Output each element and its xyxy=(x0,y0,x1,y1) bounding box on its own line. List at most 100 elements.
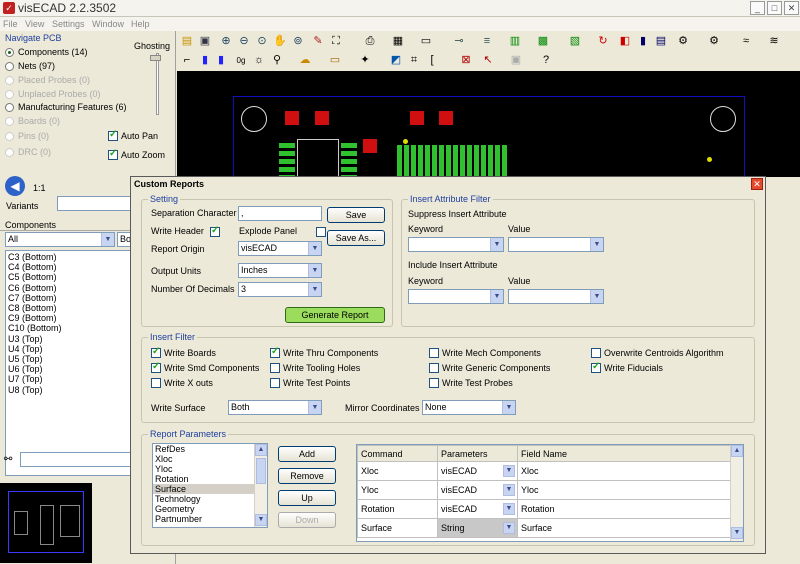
refresh-icon[interactable]: ↻ xyxy=(596,35,610,48)
print-icon[interactable]: ⎙ xyxy=(363,35,377,48)
scroll-up-icon[interactable]: ▲ xyxy=(255,444,267,456)
variants-input[interactable] xyxy=(57,196,133,211)
write-mech-components-checkbox[interactable]: Write Mech Components xyxy=(429,348,541,358)
binoculars-icon[interactable]: ⚯ xyxy=(4,454,12,465)
command-cell[interactable]: Surface xyxy=(357,518,438,538)
zero-g-icon[interactable]: 0g xyxy=(234,54,248,67)
column-header-parameters[interactable]: Parameters xyxy=(437,445,518,462)
open-folder-icon[interactable]: ▤ xyxy=(180,35,194,48)
field-name-cell[interactable]: Yloc xyxy=(517,480,731,500)
parameter-list-item[interactable]: RefDes xyxy=(153,444,255,454)
parameter-list-item[interactable]: Geometry xyxy=(153,504,255,514)
scroll-thumb[interactable] xyxy=(256,458,266,484)
up-button[interactable]: Up xyxy=(278,490,336,506)
cursor-icon[interactable]: ↖ xyxy=(481,54,495,67)
minimap[interactable] xyxy=(0,483,92,563)
parameter-list-scrollbar[interactable]: ▲ ▼ xyxy=(254,444,267,527)
separation-input[interactable]: , xyxy=(238,206,322,221)
remove-button[interactable]: Remove xyxy=(278,468,336,484)
x-box-icon[interactable]: ⊠ xyxy=(459,54,473,67)
maximize-button[interactable]: □ xyxy=(767,1,782,15)
parameter-select[interactable]: visECAD ▼ xyxy=(437,499,518,519)
parameters-table[interactable]: Command Parameters Field Name Xloc visECA… xyxy=(356,444,744,542)
menu-file[interactable]: File xyxy=(3,19,18,29)
decimals-select[interactable]: 3 ▼ xyxy=(238,282,322,297)
zoom-window-icon[interactable]: ⊙ xyxy=(255,35,269,48)
write-generic-components-checkbox[interactable]: Write Generic Components xyxy=(429,363,550,373)
close-button[interactable]: ✕ xyxy=(784,1,799,15)
ghosting-slider-thumb[interactable] xyxy=(150,55,161,61)
component-search-input[interactable] xyxy=(20,452,133,467)
write-tooling-holes-checkbox[interactable]: Write Tooling Holes xyxy=(270,363,360,373)
wave2-icon[interactable]: ≋ xyxy=(767,35,781,48)
output-units-select[interactable]: Inches ▼ xyxy=(238,263,322,278)
pan-hand-icon[interactable]: ✋ xyxy=(273,35,287,48)
write-fiducials-checkbox[interactable]: Write Fiducials xyxy=(591,361,663,373)
gear-icon[interactable]: ⚙ xyxy=(676,35,690,48)
component-filter-select[interactable]: All ▼ xyxy=(5,232,115,247)
write-x-outs-checkbox[interactable]: Write X outs xyxy=(151,378,213,388)
bars-icon[interactable]: ▮ xyxy=(636,35,650,48)
settings-icon[interactable]: ⚙ xyxy=(707,35,721,48)
toggle-bottom-icon[interactable]: ▮ xyxy=(214,54,228,67)
table-row[interactable]: Rotation visECAD ▼ Rotation xyxy=(357,499,731,519)
rect-icon[interactable]: ⌐ xyxy=(180,54,194,67)
nav-components[interactable]: Components (14) xyxy=(5,47,88,57)
zoom-out-icon[interactable]: ⊖ xyxy=(237,35,251,48)
include-value-select[interactable]: ▼ xyxy=(508,289,604,304)
table-row[interactable]: Yloc visECAD ▼ Yloc xyxy=(357,480,731,500)
include-keyword-select[interactable]: ▼ xyxy=(408,289,504,304)
scroll-down-icon[interactable]: ▼ xyxy=(255,514,267,526)
table-row[interactable]: Surface String ▼ Surface xyxy=(357,518,731,538)
nav-nets[interactable]: Nets (97) xyxy=(5,61,55,71)
layer-stack-icon[interactable]: ▤ xyxy=(654,35,668,48)
component-icon[interactable]: ▥ xyxy=(508,35,522,48)
bulb-icon[interactable]: ☼ xyxy=(252,54,266,67)
report-origin-select[interactable]: visECAD ▼ xyxy=(238,241,322,256)
parameter-select[interactable]: String ▼ xyxy=(437,518,518,538)
write-test-probes-checkbox[interactable]: Write Test Probes xyxy=(429,378,513,388)
parameter-list-item[interactable]: Surface xyxy=(153,484,255,494)
layers-icon[interactable]: ▦ xyxy=(391,35,405,48)
parameter-select[interactable]: visECAD ▼ xyxy=(437,480,518,500)
add-button[interactable]: Add xyxy=(278,446,336,462)
auto-pan-checkbox[interactable]: Auto Pan xyxy=(108,129,158,141)
command-cell[interactable]: Rotation xyxy=(357,499,438,519)
column-header-field-name[interactable]: Field Name xyxy=(517,445,731,462)
screen-icon[interactable]: ▭ xyxy=(419,35,433,48)
generate-report-button[interactable]: Generate Report xyxy=(285,307,385,323)
parameter-select[interactable]: visECAD ▼ xyxy=(437,461,518,481)
save-icon[interactable]: ▣ xyxy=(198,35,212,48)
pcb-canvas[interactable] xyxy=(177,71,800,186)
back-arrow-icon[interactable]: ◀ xyxy=(5,176,25,196)
write-thru-components-checkbox[interactable]: Write Thru Components xyxy=(270,346,378,358)
column-header-command[interactable]: Command xyxy=(357,445,438,462)
write-boards-checkbox[interactable]: Write Boards xyxy=(151,346,216,358)
command-cell[interactable]: Yloc xyxy=(357,480,438,500)
parameter-list-item[interactable]: Xloc xyxy=(153,454,255,464)
table-row[interactable]: Xloc visECAD ▼ Xloc xyxy=(357,461,731,481)
save-as-button[interactable]: Save As... xyxy=(327,230,385,246)
parameter-list-item[interactable]: Technology xyxy=(153,494,255,504)
scroll-down-icon[interactable]: ▼ xyxy=(731,527,743,539)
fit-icon[interactable]: ⛶ xyxy=(329,35,343,48)
mirror-coordinates-select[interactable]: None ▼ xyxy=(422,400,516,415)
command-cell[interactable]: Xloc xyxy=(357,461,438,481)
menu-help[interactable]: Help xyxy=(131,19,150,29)
field-name-cell[interactable]: Xloc xyxy=(517,461,731,481)
chip-icon[interactable]: ▩ xyxy=(536,35,550,48)
colors-icon[interactable]: ◧ xyxy=(618,35,632,48)
menu-settings[interactable]: Settings xyxy=(52,19,85,29)
write-smd-components-checkbox[interactable]: Write Smd Components xyxy=(151,361,259,373)
dialog-close-button[interactable]: ✕ xyxy=(751,178,763,190)
scroll-up-icon[interactable]: ▲ xyxy=(731,445,743,457)
paint-icon[interactable]: ✎ xyxy=(311,35,325,48)
crop-icon[interactable]: ⌗ xyxy=(407,54,421,67)
zoom-in-icon[interactable]: ⊕ xyxy=(219,35,233,48)
view-icon[interactable]: ◩ xyxy=(389,54,403,67)
help-icon[interactable]: ? xyxy=(539,54,553,67)
save-button[interactable]: Save xyxy=(327,207,385,223)
ruler-icon[interactable]: ≡ xyxy=(480,35,494,48)
board-icon[interactable]: ▧ xyxy=(568,35,582,48)
probe-icon[interactable]: ⚲ xyxy=(270,54,284,67)
